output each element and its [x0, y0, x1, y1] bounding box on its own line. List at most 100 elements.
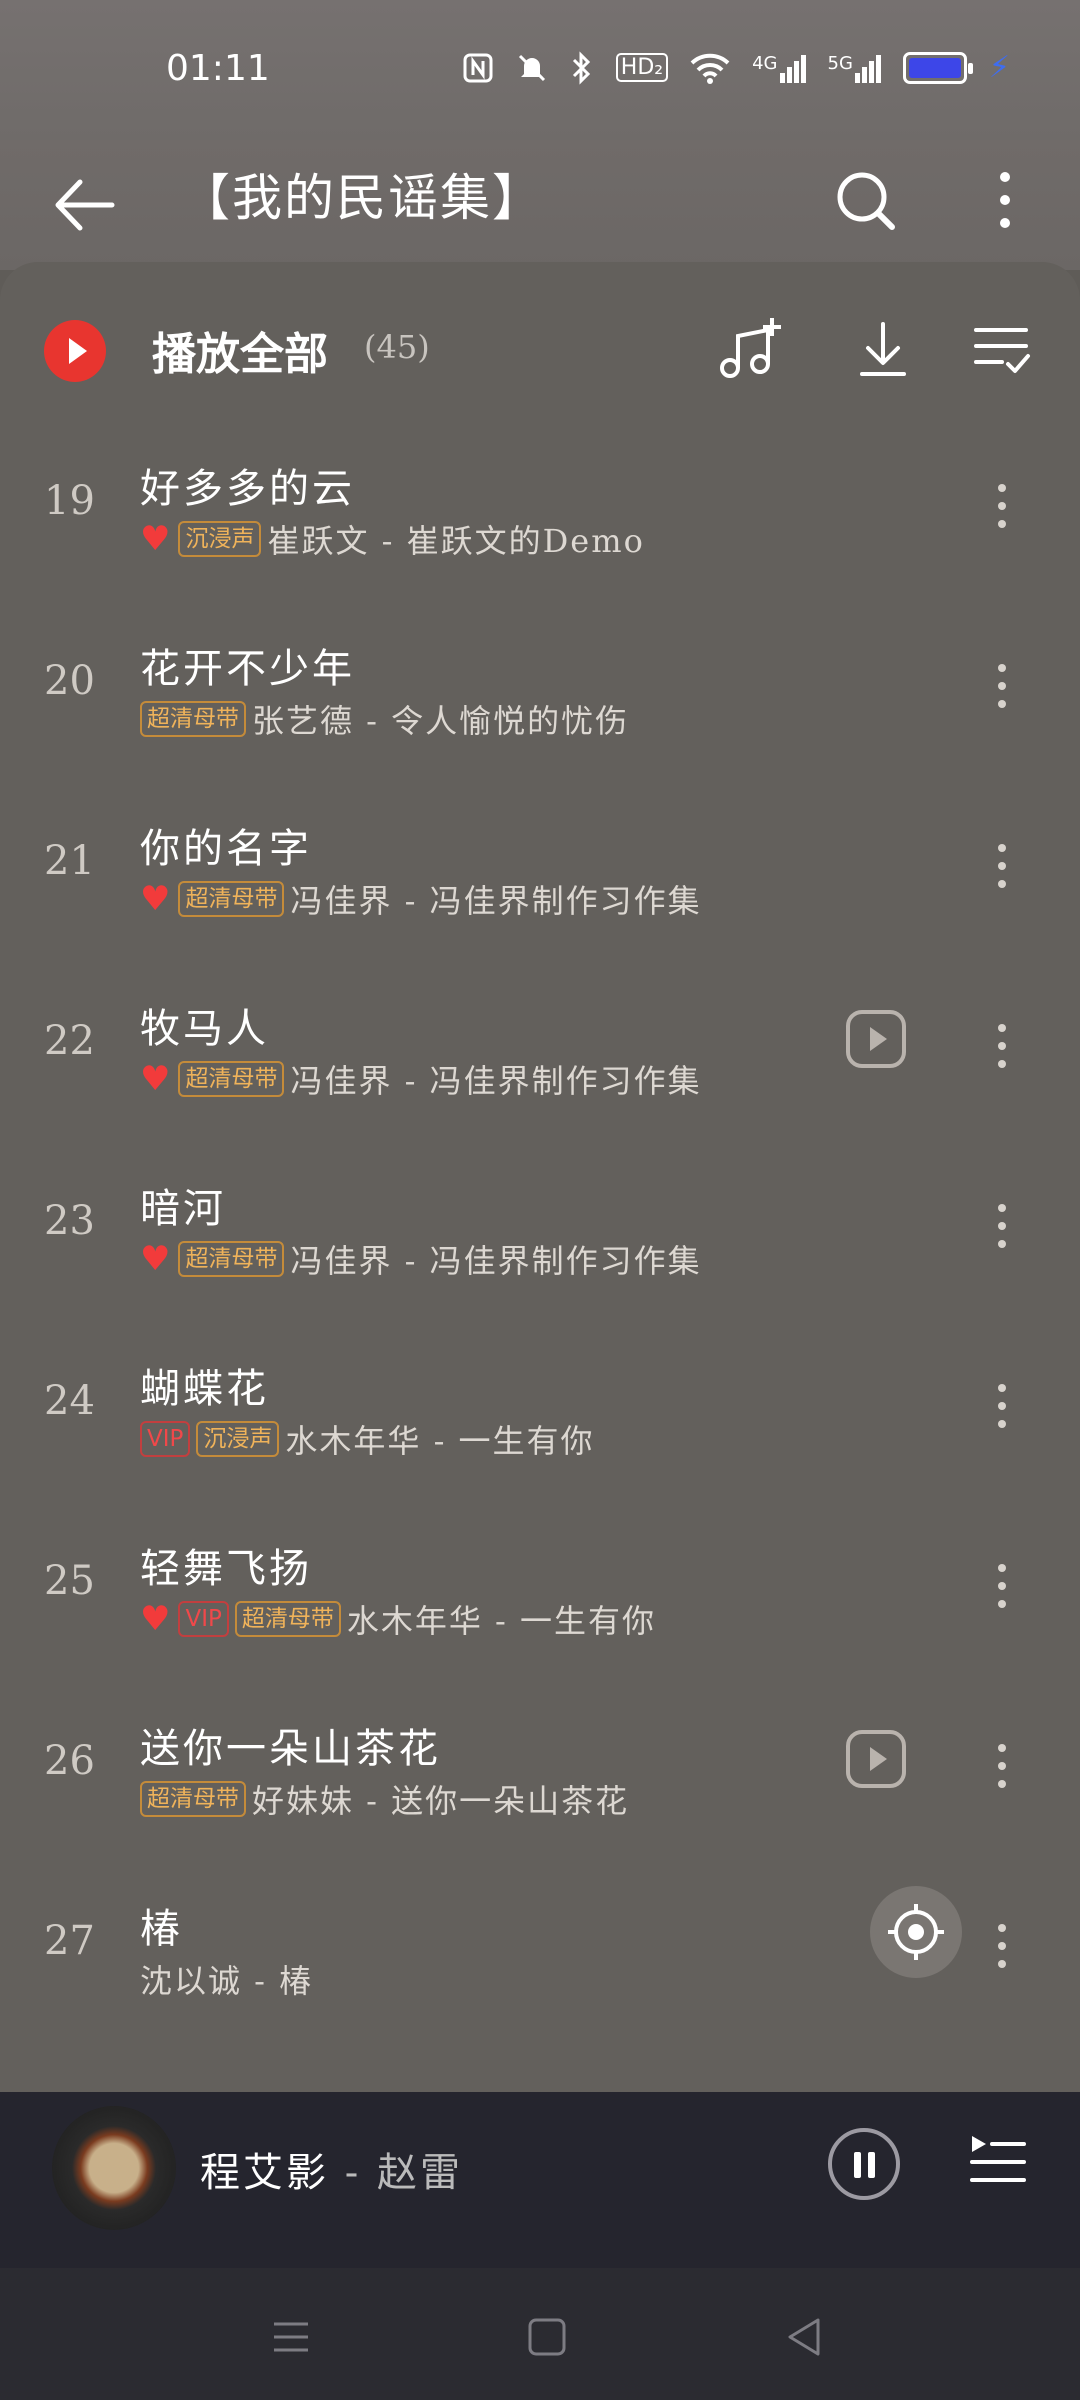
pause-icon [854, 2152, 861, 2178]
quality-badge: 沉浸声 [196, 1421, 280, 1457]
pause-button[interactable] [828, 2128, 900, 2200]
liked-heart-icon: ♥ [140, 1239, 173, 1279]
play-all-row: 播放全部 (45) [0, 262, 1080, 434]
quality-badge: 超清母带 [178, 881, 285, 917]
locate-icon [888, 1904, 944, 1960]
liked-heart-icon: ♥ [140, 1059, 173, 1099]
song-title: 轻舞飞扬 [140, 1546, 312, 1592]
song-number: 20 [44, 658, 95, 704]
quality-badge: 超清母带 [178, 1061, 285, 1097]
song-row[interactable]: 26 送你一朵山茶花 超清母带 好妹妹 - 送你一朵山茶花 [0, 1694, 1080, 1874]
song-number: 21 [44, 838, 95, 884]
song-row[interactable]: 20 花开不少年 超清母带 张艺德 - 令人愉悦的忧伤 [0, 614, 1080, 794]
song-title: 椿 [140, 1906, 183, 1952]
top-app-bar: 【我的民谣集】 [0, 140, 1080, 270]
song-more-icon[interactable] [982, 1910, 1022, 1980]
artist-album: 水木年华 - 一生有你 [285, 1422, 595, 1460]
liked-heart-icon: ♥ [140, 879, 173, 919]
hd-icon: HD₂ [615, 53, 669, 82]
artist-album: 崔跃文 - 崔跃文的Demo [267, 522, 645, 560]
home-nav-icon[interactable] [522, 2312, 572, 2362]
song-number: 19 [44, 478, 95, 524]
album-art[interactable] [52, 2106, 176, 2230]
song-number: 23 [44, 1198, 95, 1244]
song-meta: ♥ VIP 超清母带 水木年华 - 一生有你 [140, 1596, 656, 1642]
song-row[interactable]: 25 轻舞飞扬 ♥ VIP 超清母带 水木年华 - 一生有你 [0, 1514, 1080, 1694]
now-playing-artist: 赵雷 [376, 2150, 463, 2196]
signal-5g-icon: 5G [828, 53, 881, 83]
artist-album: 张艺德 - 令人愉悦的忧伤 [252, 702, 630, 740]
song-row[interactable]: 23 暗河 ♥ 超清母带 冯佳界 - 冯佳界制作习作集 [0, 1154, 1080, 1334]
song-title: 暗河 [140, 1186, 226, 1232]
mini-player[interactable]: 程艾影 - 赵雷 [0, 2092, 1080, 2268]
vip-badge: VIP [178, 1601, 229, 1637]
vip-badge: VIP [140, 1421, 191, 1457]
bluetooth-icon [572, 50, 590, 85]
wifi-icon [690, 53, 730, 84]
song-meta: ♥ 超清母带 冯佳界 - 冯佳界制作习作集 [140, 1236, 702, 1282]
system-nav-bar [0, 2268, 1080, 2400]
quality-badge: 超清母带 [140, 701, 246, 737]
song-more-icon[interactable] [982, 1550, 1022, 1620]
song-meta: ♥ 超清母带 冯佳界 - 冯佳界制作习作集 [140, 876, 702, 922]
song-title: 送你一朵山茶花 [140, 1726, 441, 1772]
song-row[interactable]: 22 牧马人 ♥ 超清母带 冯佳界 - 冯佳界制作习作集 [0, 974, 1080, 1154]
now-playing-song: 程艾影 [200, 2150, 329, 2196]
artist-album: 好妹妹 - 送你一朵山茶花 [252, 1782, 630, 1820]
page-title: 【我的民谣集】 [180, 169, 544, 227]
quality-badge: 超清母带 [140, 1781, 246, 1817]
menu-nav-icon[interactable] [266, 2312, 316, 2362]
artist-album: 冯佳界 - 冯佳界制作习作集 [290, 1242, 702, 1280]
multi-select-icon[interactable] [968, 314, 1038, 384]
signal-4g-icon: 4G [752, 53, 806, 83]
song-row[interactable]: 24 蝴蝶花 VIP 沉浸声 水木年华 - 一生有你 [0, 1334, 1080, 1514]
song-meta: ♥ 超清母带 冯佳界 - 冯佳界制作习作集 [140, 1056, 702, 1102]
play-all-label[interactable]: 播放全部 [152, 318, 328, 382]
now-playing-separator: - [329, 2150, 377, 2196]
song-count: (45) [364, 328, 430, 366]
back-arrow-icon[interactable] [50, 160, 120, 250]
status-icons: HD₂ 4G 5G ⚡ [462, 50, 1010, 85]
artist-album: 冯佳界 - 冯佳界制作习作集 [290, 1062, 702, 1100]
song-title: 蝴蝶花 [140, 1366, 269, 1412]
back-nav-icon[interactable] [780, 2312, 830, 2362]
add-music-icon[interactable] [716, 314, 786, 384]
song-meta: 超清母带 好妹妹 - 送你一朵山茶花 [140, 1776, 629, 1822]
quality-badge: 超清母带 [178, 1241, 285, 1277]
artist-album: 水木年华 - 一生有你 [346, 1602, 657, 1640]
music-video-icon[interactable] [846, 1010, 906, 1068]
charging-icon: ⚡ [988, 50, 1010, 85]
nfc-icon [463, 53, 493, 82]
play-all-button[interactable] [44, 320, 106, 382]
locate-current-button[interactable] [870, 1886, 962, 1978]
song-title: 你的名字 [140, 826, 312, 872]
song-more-icon[interactable] [982, 1370, 1022, 1440]
song-more-icon[interactable] [982, 1190, 1022, 1260]
song-number: 22 [44, 1018, 95, 1064]
artist-album: 冯佳界 - 冯佳界制作习作集 [290, 882, 702, 920]
music-video-icon[interactable] [846, 1730, 906, 1788]
song-number: 25 [44, 1558, 95, 1604]
download-icon[interactable] [848, 314, 918, 384]
search-icon[interactable] [830, 155, 900, 245]
more-options-icon[interactable] [985, 155, 1025, 245]
playlist-icon[interactable] [968, 2130, 1028, 2190]
status-time: 01:11 [166, 48, 270, 89]
song-more-icon[interactable] [982, 830, 1022, 900]
song-more-icon[interactable] [982, 1730, 1022, 1800]
status-bar: 01:11 HD₂ 4G 5G ⚡ [0, 0, 1080, 140]
battery-icon [902, 51, 973, 84]
song-row[interactable]: 19 好多多的云 ♥ 沉浸声 崔跃文 - 崔跃文的Demo [0, 434, 1080, 614]
song-meta: ♥ 沉浸声 崔跃文 - 崔跃文的Demo [140, 516, 645, 562]
liked-heart-icon: ♥ [140, 1599, 173, 1639]
song-number: 27 [44, 1918, 95, 1964]
song-more-icon[interactable] [982, 470, 1022, 540]
quality-badge: 超清母带 [234, 1601, 341, 1637]
liked-heart-icon: ♥ [140, 519, 173, 559]
song-more-icon[interactable] [982, 1010, 1022, 1080]
song-more-icon[interactable] [982, 650, 1022, 720]
song-number: 24 [44, 1378, 95, 1424]
mute-icon [518, 54, 545, 81]
song-row[interactable]: 21 你的名字 ♥ 超清母带 冯佳界 - 冯佳界制作习作集 [0, 794, 1080, 974]
playlist-sheet: 播放全部 (45) 19 好多多的云 ♥ 沉浸声 崔跃文 - 崔跃文的Demo 20 花开不… [0, 262, 1080, 2092]
